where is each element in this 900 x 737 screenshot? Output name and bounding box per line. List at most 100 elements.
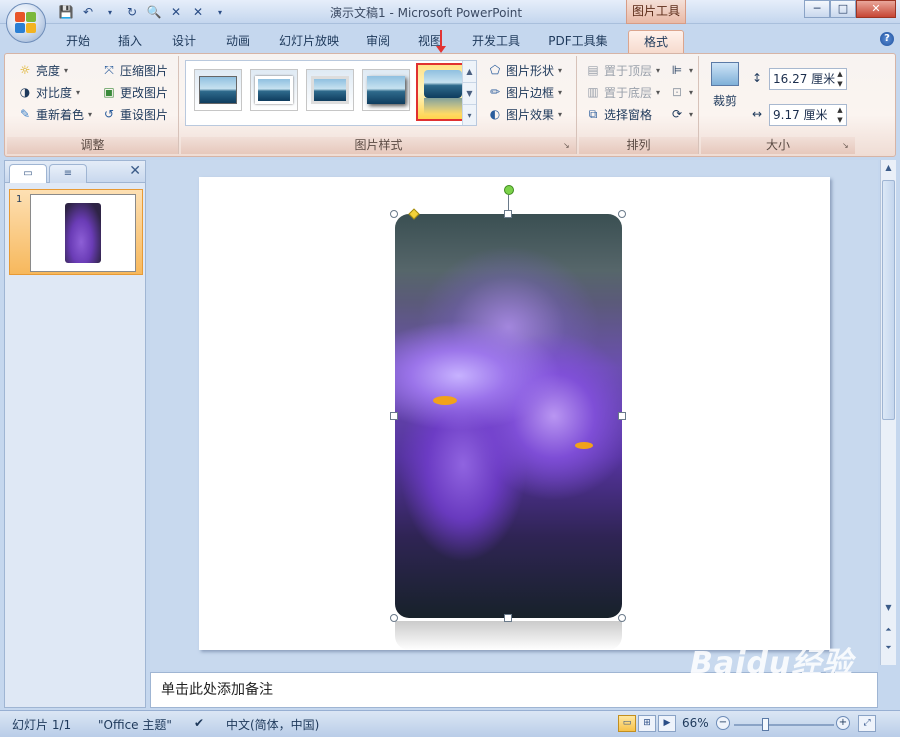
undo-icon[interactable]: ↶ [78, 3, 98, 21]
resize-handle-top-right[interactable] [618, 210, 626, 218]
next-slide-icon[interactable]: ⏷ [881, 640, 896, 656]
delete-icon[interactable]: ✕ [188, 3, 208, 21]
tab-review[interactable]: 审阅 [358, 30, 398, 54]
selection-pane-button[interactable]: ⧉ 选择窗格 [585, 104, 652, 124]
zoom-slider-knob[interactable] [762, 718, 769, 731]
rotation-handle[interactable] [504, 185, 514, 195]
size-group-label: 大小 [701, 137, 855, 154]
baidu-watermark-url: jingyan.baidu.com [748, 697, 832, 707]
zoom-out-icon[interactable]: − [716, 716, 730, 730]
zoom-level[interactable]: 66% [682, 716, 709, 730]
scroll-down-icon[interactable]: ▼ [881, 600, 896, 616]
cut-icon[interactable]: ✕ [166, 3, 186, 21]
picture-style-2[interactable] [250, 69, 298, 111]
dropdown-arrow-icon: ▾ [689, 109, 694, 119]
dropdown-icon[interactable]: ▾ [100, 3, 120, 21]
tab-format[interactable]: 格式 [628, 30, 684, 54]
print-preview-icon[interactable]: 🔍 [144, 3, 164, 21]
change-picture-button[interactable]: ▣ 更改图片 [101, 82, 168, 102]
tab-pdf-tools[interactable]: PDF工具集 [540, 30, 616, 54]
height-spinner[interactable]: ▲ ▼ [834, 69, 846, 89]
resize-handle-bottom[interactable] [504, 614, 512, 622]
picture-tools-context-label: 图片工具 [626, 0, 686, 24]
slides-tab[interactable]: ▭ [9, 164, 47, 183]
slide-sorter-view-button[interactable]: ⊞ [638, 715, 656, 732]
slide-number: 1 [16, 194, 23, 205]
gallery-scroll-up-icon[interactable]: ▲ [463, 61, 476, 83]
reset-picture-icon: ↺ [103, 107, 115, 121]
help-icon[interactable]: ? [880, 32, 894, 46]
scroll-thumb[interactable] [882, 180, 895, 420]
tab-home[interactable]: 开始 [58, 30, 98, 54]
slide-canvas[interactable] [199, 177, 830, 650]
picture-border-icon: ✏ [489, 85, 501, 99]
gallery-more-icon[interactable]: ▾ [463, 105, 476, 127]
dialog-launcher-icon[interactable]: ↘ [563, 141, 573, 151]
resize-handle-top-left[interactable] [390, 210, 398, 218]
restore-button[interactable]: □ [830, 0, 856, 18]
flower-stamen [433, 396, 457, 405]
tab-insert[interactable]: 插入 [110, 30, 150, 54]
send-to-back-button[interactable]: ▥ 置于底层 ▾ [585, 82, 660, 102]
style-preview-image [424, 70, 462, 98]
previous-slide-icon[interactable]: ⏶ [881, 622, 896, 638]
arrange-group: ▤ 置于顶层 ▾ ▥ 置于底层 ▾ ⧉ 选择窗格 ⊫ ▾ ⊡ ▾ ⟳ ▾ 排列 [579, 56, 699, 154]
resize-handle-right[interactable] [618, 412, 626, 420]
bring-to-front-button[interactable]: ▤ 置于顶层 ▾ [585, 60, 660, 80]
close-panel-icon[interactable]: ✕ [129, 163, 141, 179]
crocus-flower-picture[interactable] [395, 214, 622, 618]
picture-effects-button[interactable]: ◐ 图片效果 ▾ [487, 104, 562, 124]
slide-editing-area [150, 160, 878, 670]
height-input[interactable]: 16.27 厘米 ▲ ▼ [769, 68, 847, 90]
recolor-button[interactable]: ✎ 重新着色 ▾ [17, 104, 92, 124]
office-button[interactable] [6, 3, 46, 43]
picture-effects-icon: ◐ [489, 107, 501, 121]
compress-pictures-button[interactable]: ⤧ 压缩图片 [101, 60, 168, 80]
width-input[interactable]: 9.17 厘米 ▲ ▼ [769, 104, 847, 126]
zoom-in-icon[interactable]: + [836, 716, 850, 730]
reset-picture-button[interactable]: ↺ 重设图片 [101, 104, 168, 124]
dropdown-arrow-icon: ▾ [689, 65, 694, 75]
tab-developer[interactable]: 开发工具 [464, 30, 528, 54]
gallery-scroll-down-icon[interactable]: ▼ [463, 83, 476, 105]
gallery-scrollbar[interactable]: ▲ ▼ ▾ [462, 61, 476, 125]
contrast-button[interactable]: ◑ 对比度 ▾ [17, 82, 80, 102]
spell-check-icon[interactable]: ✔ [194, 716, 204, 730]
slide-thumbnail-1[interactable]: 1 [9, 189, 143, 275]
fit-to-window-button[interactable]: ⤢ [858, 715, 876, 732]
slideshow-view-button[interactable]: ▶ [658, 715, 676, 732]
picture-style-1[interactable] [194, 69, 242, 111]
picture-styles-group-label: 图片样式 [181, 137, 576, 154]
close-button[interactable]: ✕ [856, 0, 896, 18]
rotate-button[interactable]: ⟳ ▾ [669, 104, 693, 124]
brightness-button[interactable]: ☼ 亮度 ▾ [17, 60, 68, 80]
align-button[interactable]: ⊫ ▾ [669, 60, 693, 80]
zoom-slider[interactable] [734, 718, 834, 731]
slides-panel: ▭ ≡ ✕ 1 [4, 160, 146, 708]
crop-button[interactable]: 裁剪 [707, 60, 743, 120]
resize-handle-bottom-left[interactable] [390, 614, 398, 622]
picture-border-button[interactable]: ✏ 图片边框 ▾ [487, 82, 562, 102]
scroll-up-icon[interactable]: ▲ [881, 160, 896, 176]
dialog-launcher-icon[interactable]: ↘ [842, 141, 852, 151]
window-controls: ─ □ ✕ [804, 0, 896, 18]
normal-view-button[interactable]: ▭ [618, 715, 636, 732]
outline-tab[interactable]: ≡ [49, 164, 87, 183]
resize-handle-top[interactable] [504, 210, 512, 218]
picture-style-3[interactable] [306, 69, 354, 111]
tab-slideshow[interactable]: 幻灯片放映 [272, 30, 346, 54]
picture-shape-button[interactable]: ⬠ 图片形状 ▾ [487, 60, 562, 80]
tab-animation[interactable]: 动画 [218, 30, 258, 54]
tab-design[interactable]: 设计 [164, 30, 204, 54]
redo-icon[interactable]: ↻ [122, 3, 142, 21]
save-icon[interactable]: 💾 [56, 3, 76, 21]
ribbon: ☼ 亮度 ▾ ◑ 对比度 ▾ ✎ 重新着色 ▾ ⤧ 压缩图片 ▣ 更改图片 ↺ 重设图… [4, 53, 896, 157]
customize-qat-icon[interactable]: ▾ [210, 3, 230, 21]
resize-handle-bottom-right[interactable] [618, 614, 626, 622]
picture-style-4[interactable] [362, 69, 410, 111]
resize-handle-left[interactable] [390, 412, 398, 420]
width-spinner[interactable]: ▲ ▼ [834, 105, 846, 125]
group-button[interactable]: ⊡ ▾ [669, 82, 693, 102]
vertical-scrollbar[interactable]: ▲ ▼ ⏶ ⏷ [880, 160, 896, 665]
minimize-button[interactable]: ─ [804, 0, 830, 18]
